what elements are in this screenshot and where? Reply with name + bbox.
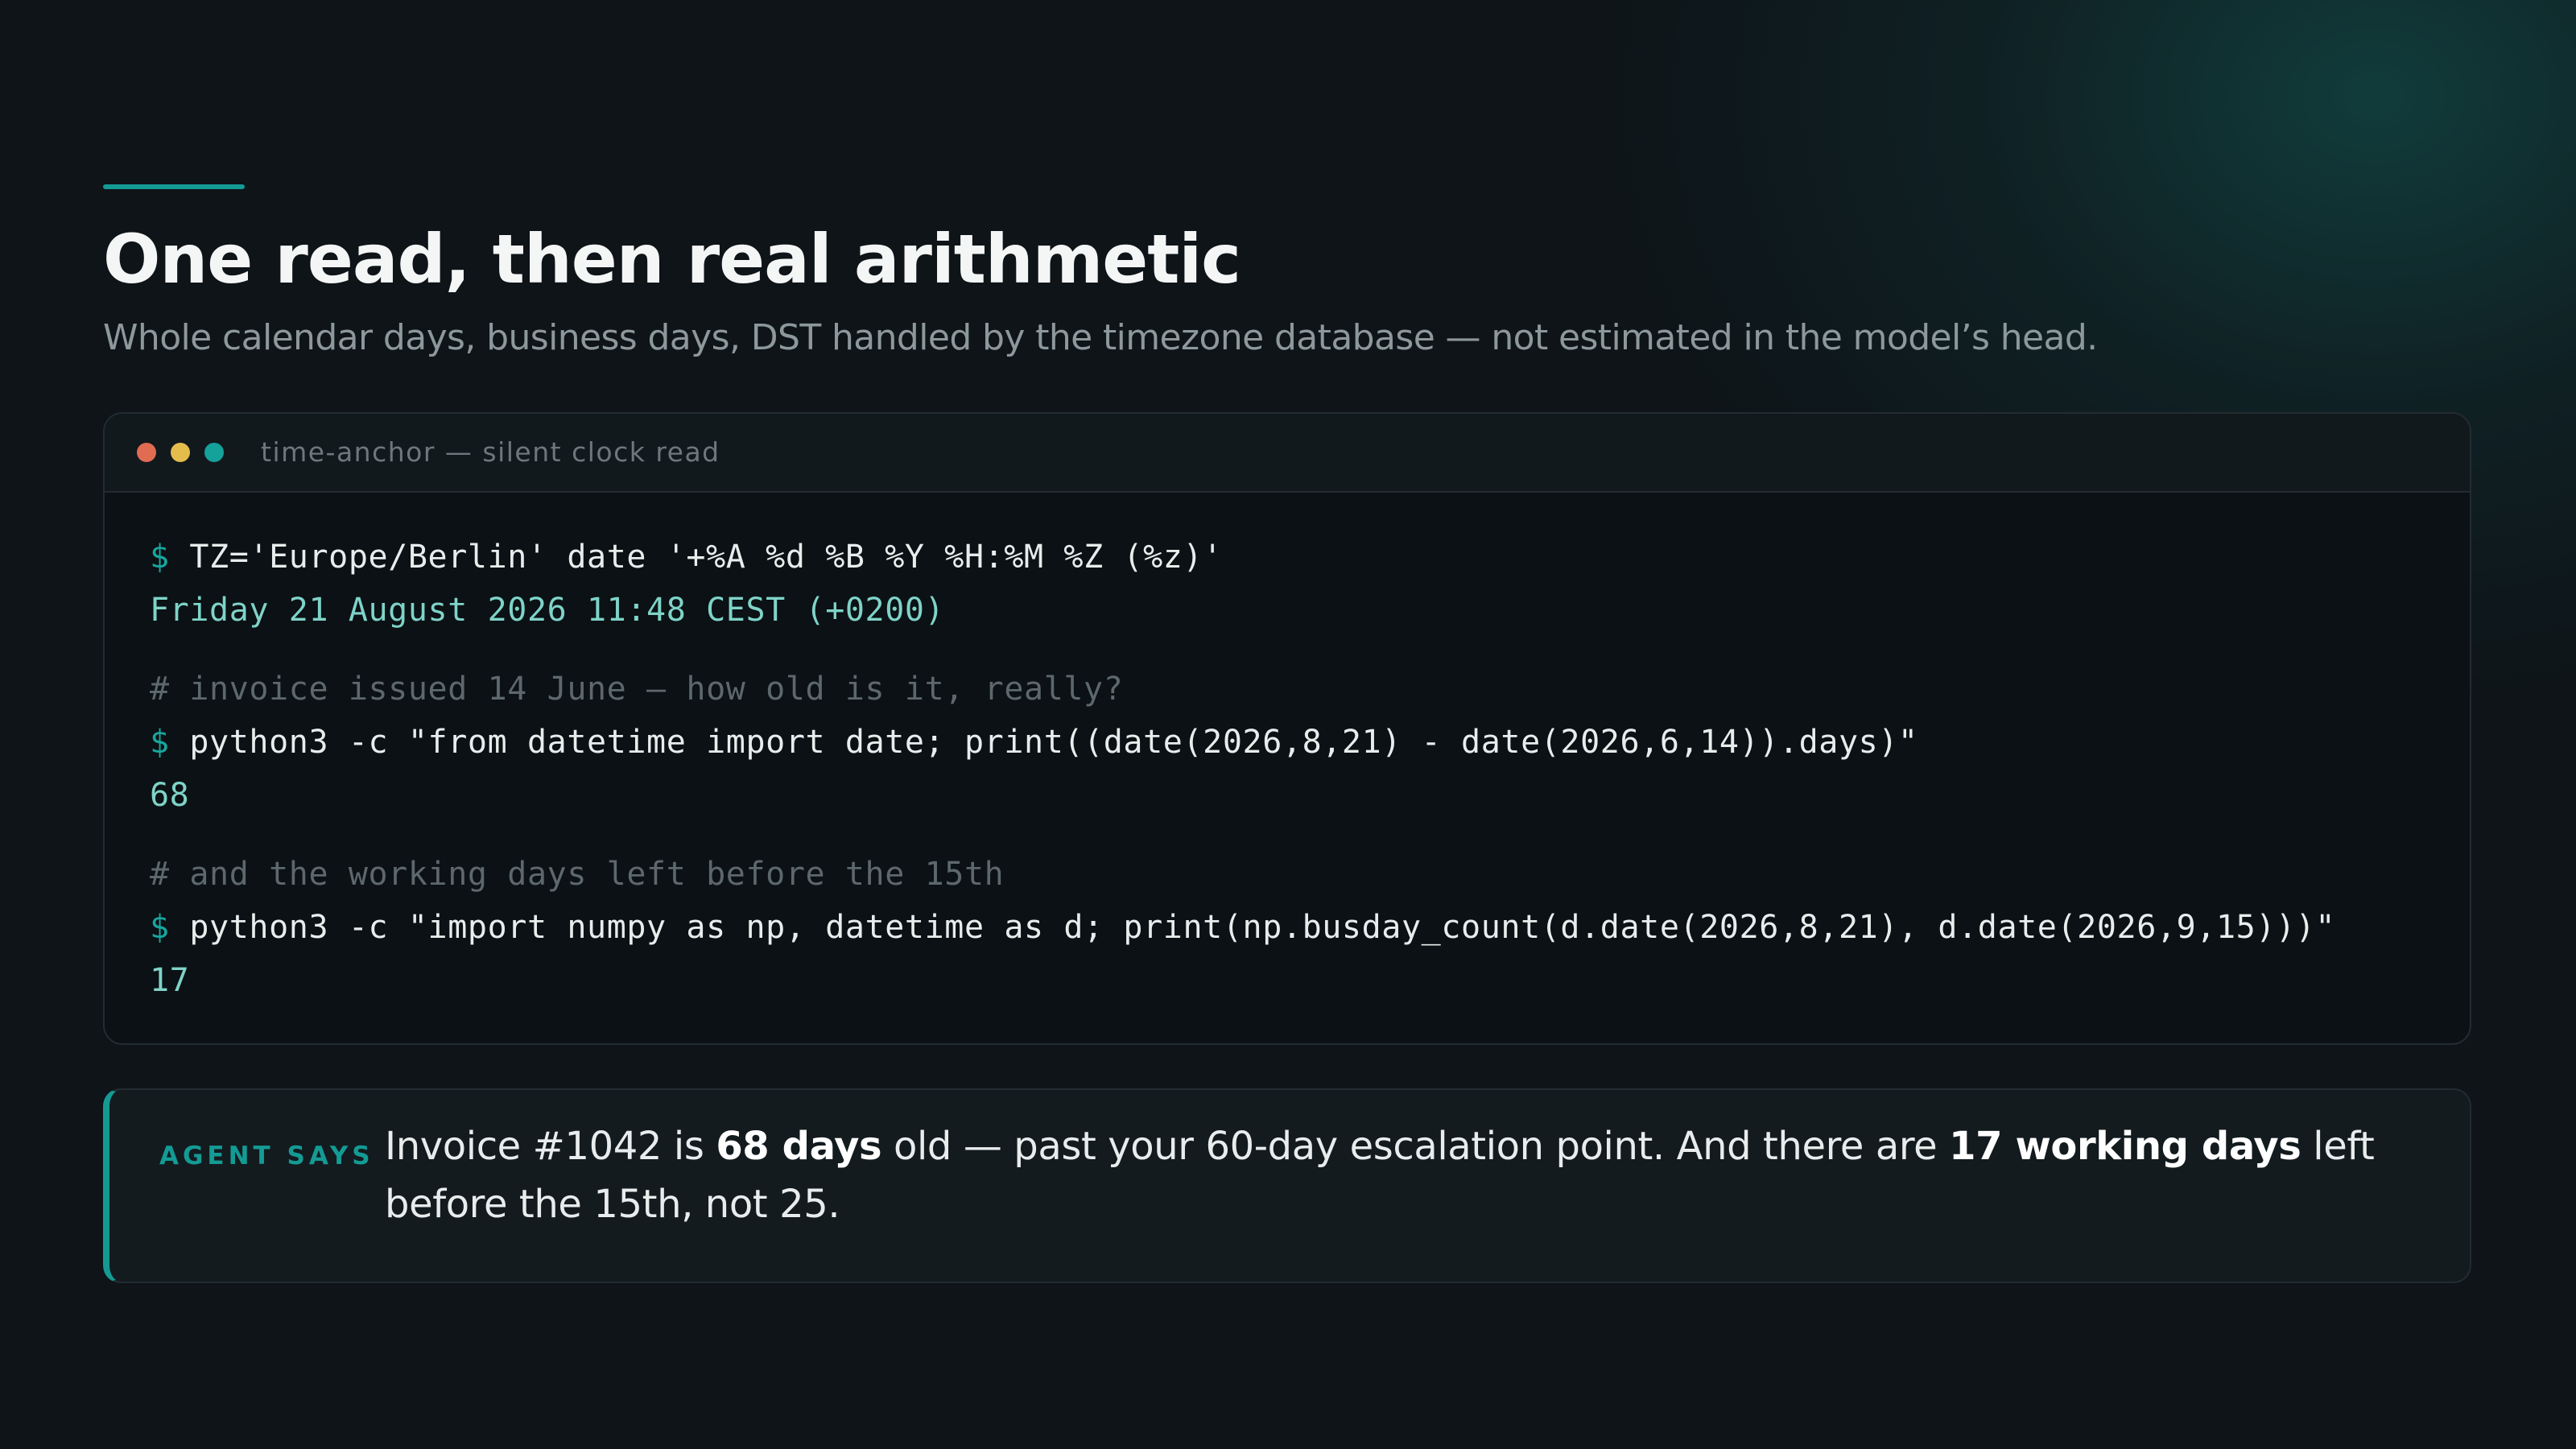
command-text: python3 -c "from datetime import date; p…: [189, 724, 1918, 761]
terminal-output-line: 17: [150, 962, 190, 999]
terminal-command-line: $ TZ='Europe/Berlin' date '+%A %d %B %Y …: [150, 533, 1223, 581]
title-accent-bar: [103, 184, 245, 189]
callout-label: AGENT SAYS: [159, 1141, 374, 1170]
window-maximize-dot-icon: [204, 443, 224, 462]
window-minimize-dot-icon: [171, 443, 190, 462]
page-title: One read, then real arithmetic: [103, 220, 1241, 299]
prompt-symbol: $: [150, 539, 170, 576]
terminal-command-line: $ python3 -c "from datetime import date;…: [150, 718, 1918, 766]
command-text: TZ='Europe/Berlin' date '+%A %d %B %Y %H…: [189, 539, 1223, 576]
callout-highlight-days: 68 days: [716, 1124, 882, 1169]
terminal-comment-line: # and the working days left before the 1…: [150, 856, 1005, 893]
terminal-title: time-anchor — silent clock read: [261, 436, 720, 468]
terminal-command-line: $ python3 -c "import numpy as np, dateti…: [150, 903, 2335, 952]
window-close-dot-icon: [137, 443, 156, 462]
callout-text-segment: old — past your 60-day escalation point.…: [881, 1124, 1950, 1169]
terminal-output-line: 68: [150, 777, 190, 814]
callout-highlight-working-days: 17 working days: [1949, 1124, 2301, 1169]
prompt-symbol: $: [150, 909, 170, 946]
page-subtitle: Whole calendar days, business days, DST …: [103, 317, 2098, 358]
terminal-title-bar: time-anchor — silent clock read: [105, 414, 2470, 493]
callout-text-segment: Invoice #1042 is: [385, 1124, 716, 1169]
command-text: python3 -c "import numpy as np, datetime…: [189, 909, 2336, 946]
terminal-window: time-anchor — silent clock read $ TZ='Eu…: [103, 412, 2471, 1045]
terminal-output-line: Friday 21 August 2026 11:48 CEST (+0200): [150, 592, 945, 629]
callout-message: Invoice #1042 is 68 days old — past your…: [385, 1117, 2413, 1233]
terminal-comment-line: # invoice issued 14 June — how old is it…: [150, 671, 1124, 708]
terminal-body: $ TZ='Europe/Berlin' date '+%A %d %B %Y …: [150, 533, 2438, 999]
agent-says-callout: AGENT SAYS Invoice #1042 is 68 days old …: [103, 1088, 2471, 1283]
prompt-symbol: $: [150, 724, 170, 761]
